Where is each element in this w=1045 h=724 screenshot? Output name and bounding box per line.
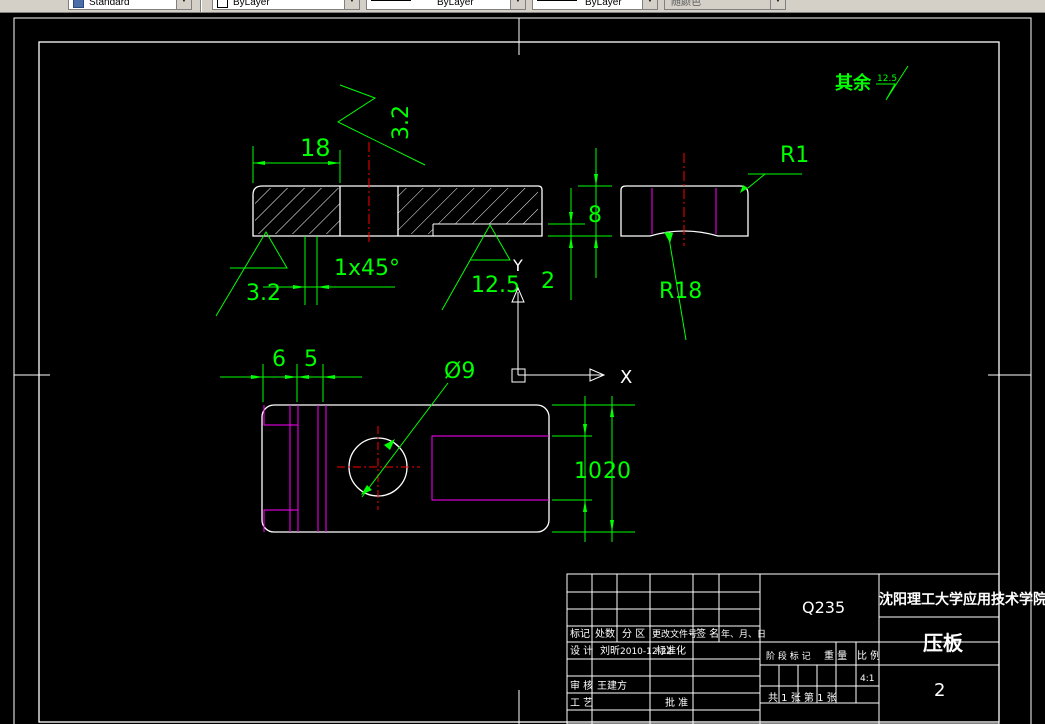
- text-style-icon: [73, 0, 84, 8]
- roughness-mid: 12.5: [471, 273, 520, 298]
- tb-scale-value: 4:1: [860, 674, 874, 684]
- chevron-down-icon[interactable]: ▼: [510, 0, 525, 9]
- tb-part-name: 压板: [923, 631, 964, 655]
- dim-diameter-9: Ø9: [444, 359, 475, 384]
- tb-reviewer: 王建方: [597, 679, 627, 692]
- tb-material: Q235: [802, 598, 845, 617]
- tb-header-mark: 标记: [570, 628, 590, 640]
- centering-marks: [14, 18, 1031, 724]
- tb-header-sign: 签 名: [696, 627, 719, 640]
- plot-style-combo[interactable]: 随颜色 ▼: [664, 0, 786, 10]
- tb-school: 沈阳理工大学应用技术学院: [879, 591, 1045, 608]
- chevron-down-icon[interactable]: ▼: [770, 0, 785, 9]
- tb-drawing-no: 2: [934, 680, 945, 701]
- lineweight-combo[interactable]: ByLayer ▼: [532, 0, 658, 10]
- toolbar-separator: [200, 0, 202, 12]
- linetype-combo[interactable]: ByLayer ▼: [366, 0, 526, 10]
- tb-row-process: 工 艺: [570, 697, 593, 709]
- drawing-canvas[interactable]: 其余 12.5 18 3.2 8 2 R1 R18 3.2 1x45° 12.5…: [0, 13, 1045, 724]
- tb-header-zone: 分 区: [622, 628, 645, 640]
- tb-sheets: 共 1 张 第 1 张: [768, 691, 837, 704]
- lineweight-preview-icon: [537, 0, 577, 1]
- plot-style-value: 随颜色: [671, 0, 701, 8]
- toolbar: Standard ▼ ByLayer ▼ ByLayer ▼ ByLayer ▼…: [0, 0, 1045, 13]
- color-combo[interactable]: ByLayer ▼: [212, 0, 360, 10]
- label-r18: R18: [659, 279, 702, 304]
- surface-note: 其余: [835, 72, 872, 94]
- color-swatch-icon: [217, 0, 228, 8]
- tb-weight: 重 量: [824, 649, 847, 662]
- dim-20: 20: [603, 459, 631, 484]
- dim-18: 18: [300, 134, 331, 162]
- dim-2: 2: [541, 269, 555, 294]
- section-view: [252, 142, 543, 242]
- dim-10: 10: [574, 459, 602, 484]
- dim-6: 6: [272, 347, 286, 372]
- roughness-top: 3.2: [389, 105, 414, 140]
- tb-header-docno: 更改文件号: [652, 628, 697, 640]
- side-view: [620, 153, 749, 246]
- outer-border: [13, 17, 1032, 724]
- ucs-x-label: X: [620, 367, 632, 388]
- linetype-value: ByLayer: [437, 0, 474, 8]
- chevron-down-icon[interactable]: ▼: [642, 0, 657, 9]
- tb-header-count: 处数: [595, 627, 615, 640]
- text-style-combo[interactable]: Standard ▼: [68, 0, 192, 10]
- tb-row-review: 审 核: [570, 679, 593, 692]
- surface-note-value: 12.5: [877, 74, 897, 84]
- dim-8: 8: [588, 203, 602, 228]
- tb-stage-mark: 阶 段 标 记: [766, 650, 811, 662]
- tb-approve: 批 准: [665, 696, 688, 709]
- tb-designer: 刘昕: [600, 645, 620, 657]
- color-value: ByLayer: [233, 0, 270, 8]
- tb-header-date: 年、月、日: [721, 628, 766, 640]
- label-r1: R1: [780, 143, 809, 168]
- plan-dimensions: [220, 364, 635, 542]
- ucs-y-label: Y: [512, 256, 523, 275]
- text-style-value: Standard: [89, 0, 130, 8]
- roughness-left: 3.2: [246, 281, 281, 306]
- chevron-down-icon[interactable]: ▼: [176, 0, 191, 9]
- chamfer-note: 1x45°: [334, 256, 400, 281]
- ucs-icon: [511, 286, 606, 383]
- tb-row-design: 设 计: [570, 644, 593, 657]
- tb-standardize: 标准化: [656, 644, 686, 657]
- tb-scale: 比 例: [857, 649, 880, 662]
- plan-view: [261, 404, 550, 533]
- lineweight-value: ByLayer: [585, 0, 622, 8]
- chevron-down-icon[interactable]: ▼: [344, 0, 359, 9]
- dim-5: 5: [304, 347, 318, 372]
- linetype-preview-icon: [371, 0, 411, 1]
